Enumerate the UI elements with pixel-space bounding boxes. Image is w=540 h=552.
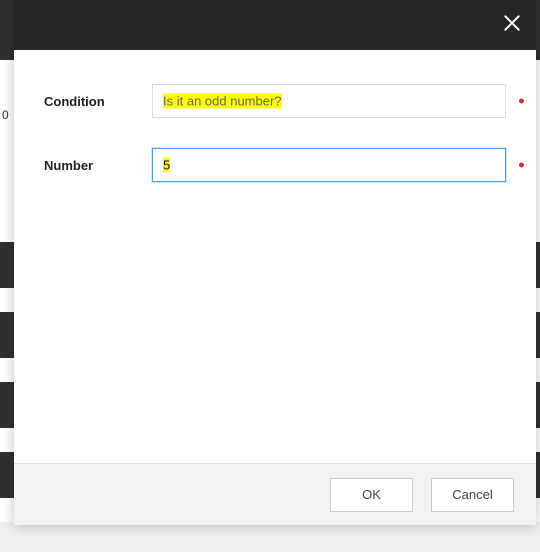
- condition-input[interactable]: [152, 84, 506, 118]
- required-indicator-icon: [519, 99, 524, 104]
- required-indicator-icon: [519, 163, 524, 168]
- close-button[interactable]: [498, 11, 526, 39]
- number-input[interactable]: [152, 148, 506, 182]
- ok-button[interactable]: OK: [330, 478, 413, 512]
- dialog-body: Condition Is it an odd number? Number 5: [14, 50, 536, 463]
- dialog: Condition Is it an odd number? Number 5 …: [14, 0, 536, 525]
- condition-label: Condition: [44, 94, 152, 109]
- number-row: Number 5: [44, 148, 506, 182]
- dialog-footer: OK Cancel: [14, 463, 536, 525]
- dialog-header: [14, 0, 536, 50]
- condition-row: Condition Is it an odd number?: [44, 84, 506, 118]
- close-icon: [502, 13, 522, 38]
- number-label: Number: [44, 158, 152, 173]
- cancel-button[interactable]: Cancel: [431, 478, 514, 512]
